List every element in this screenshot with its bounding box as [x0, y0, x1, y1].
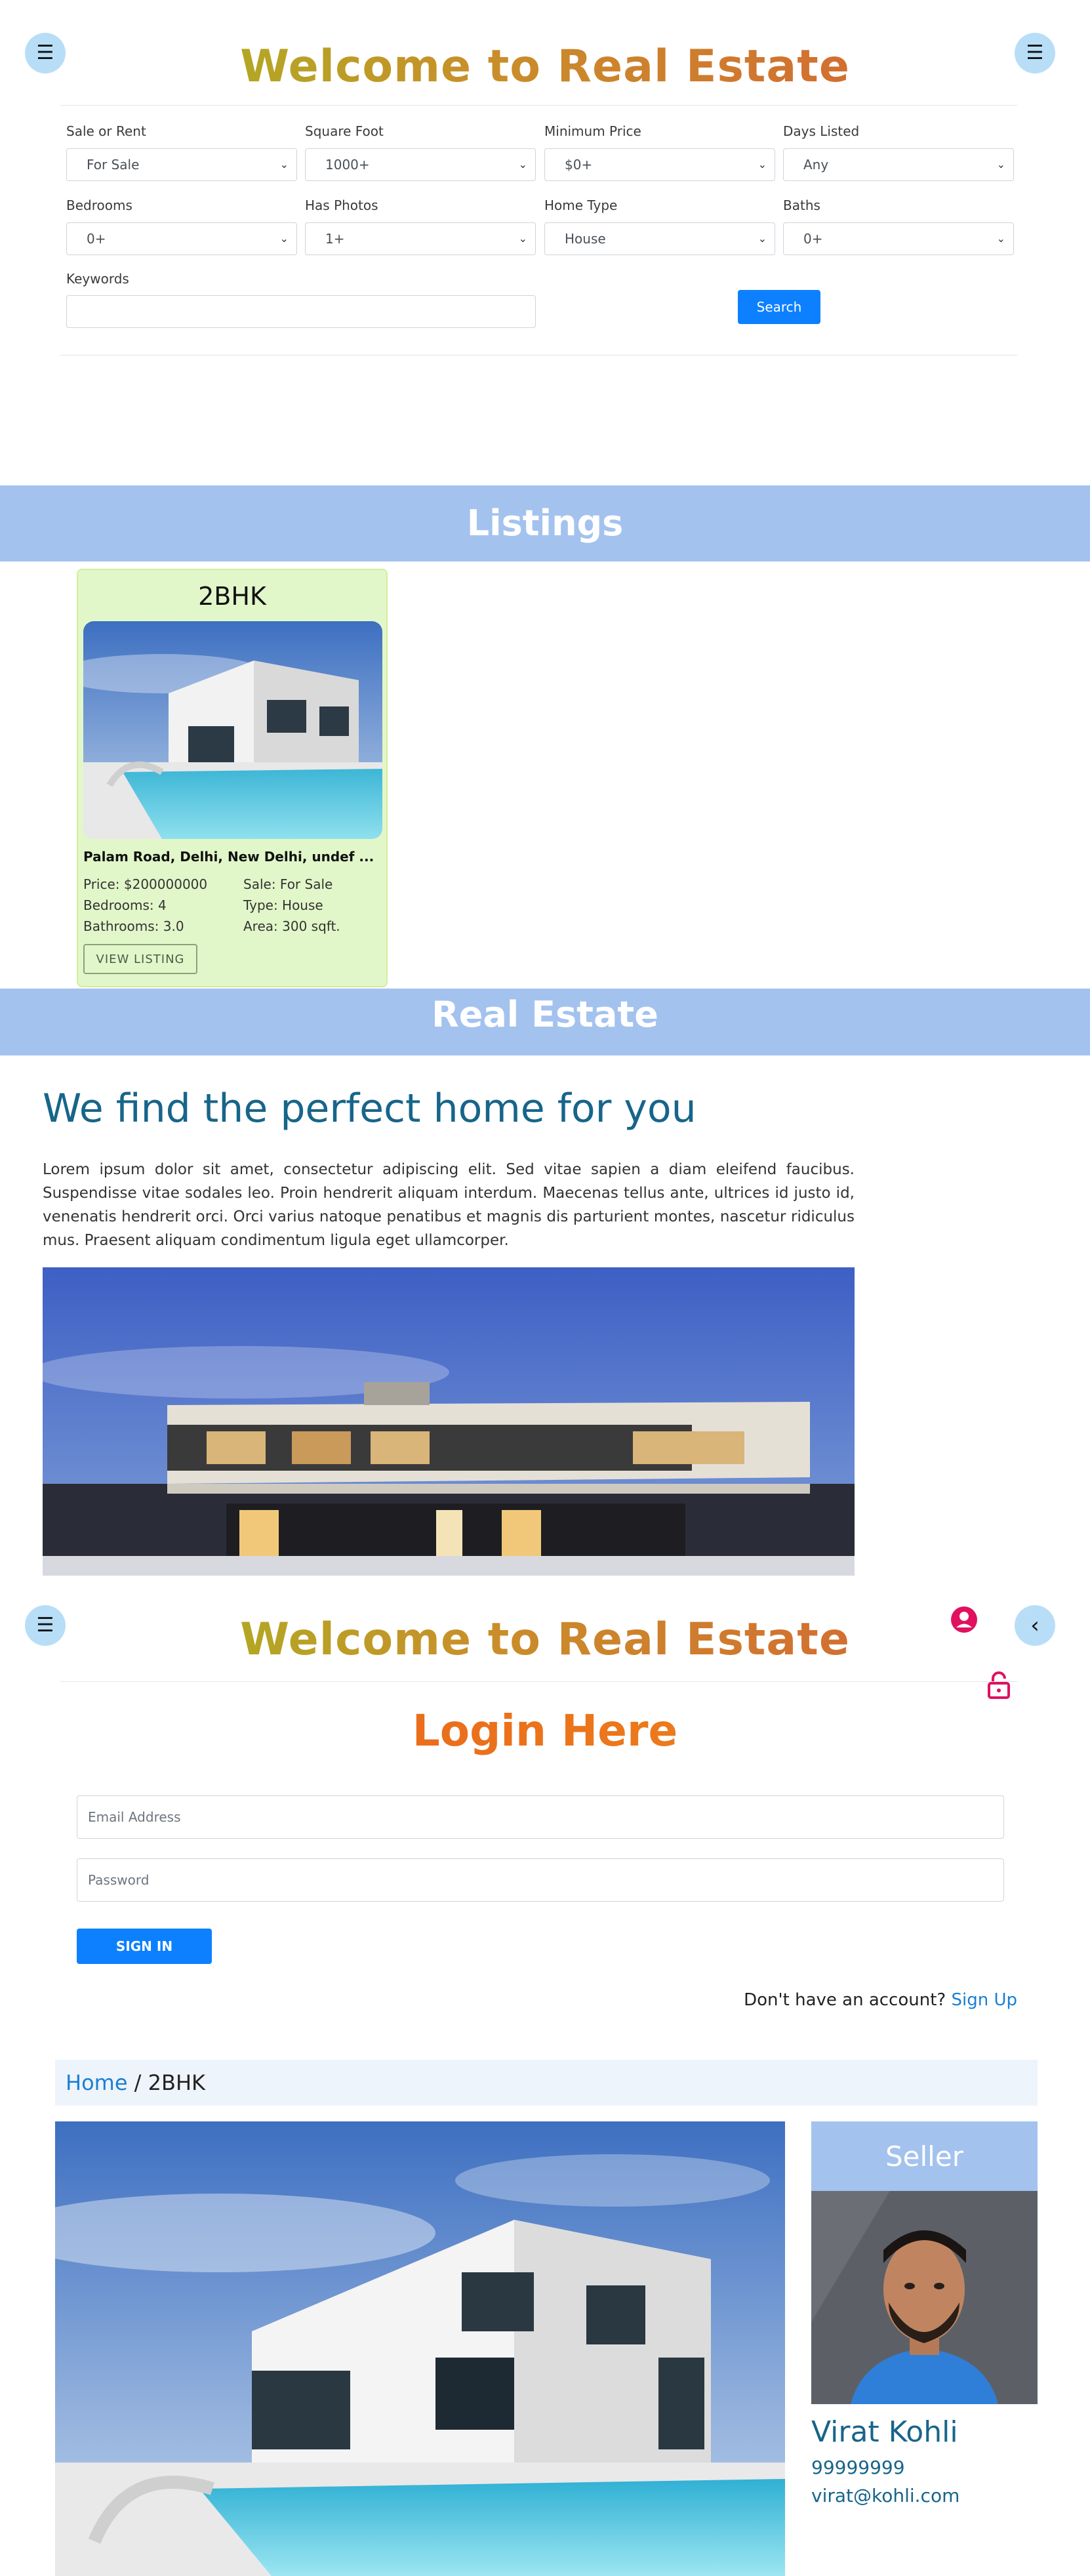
baths-label: Baths: [783, 197, 820, 213]
listing-area: Area: 300 sqft.: [243, 918, 340, 934]
modern-house-photo: [43, 1267, 855, 1576]
page-title: Welcome to Real Estate: [0, 41, 1090, 92]
listing-bathrooms: Bathrooms: 3.0: [83, 918, 184, 934]
login-title: Login Here: [0, 1706, 1090, 1756]
search-button[interactable]: Search: [738, 290, 820, 324]
chevron-down-icon: ⌄: [518, 232, 527, 245]
chevron-down-icon: ⌄: [757, 232, 767, 245]
has-photos-label: Has Photos: [305, 197, 378, 213]
baths-value: 0+: [803, 231, 823, 247]
listing-sale: Sale: For Sale: [243, 876, 333, 892]
signup-line: Don't have an account? Sign Up: [744, 1990, 1017, 2010]
about-heading: We find the perfect home for you: [43, 1086, 696, 1132]
seller-phone: 99999999: [811, 2457, 905, 2478]
seller-email: virat@kohli.com: [811, 2485, 960, 2506]
listing-type: Type: House: [243, 897, 323, 913]
listing-card: 2BHK Palam Road, Delhi, New Delhi, undef…: [77, 569, 388, 987]
sale-rent-label: Sale or Rent: [66, 123, 146, 139]
chevron-down-icon: ⌄: [279, 158, 289, 171]
keywords-input[interactable]: [66, 295, 536, 328]
has-photos-select[interactable]: 1+ ⌄: [305, 222, 536, 255]
about-text: Lorem ipsum dolor sit amet, consectetur …: [43, 1161, 855, 1249]
seller-portrait: [811, 2191, 1038, 2404]
page-title: Welcome to Real Estate: [0, 1614, 1090, 1666]
listing-price: Price: $200000000: [83, 876, 208, 892]
bedrooms-select[interactable]: 0+ ⌄: [66, 222, 297, 255]
listing-detail-image: [55, 2121, 785, 2576]
keywords-label: Keywords: [66, 271, 129, 287]
chevron-down-icon: ⌄: [996, 232, 1005, 245]
bedrooms-label: Bedrooms: [66, 197, 132, 213]
sale-rent-value: For Sale: [87, 157, 140, 173]
chevron-down-icon: ⌄: [757, 158, 767, 171]
breadcrumb-separator: /: [127, 2070, 148, 2095]
sale-rent-select[interactable]: For Sale ⌄: [66, 148, 297, 181]
divider: [60, 355, 1018, 356]
home-type-label: Home Type: [544, 197, 618, 213]
square-foot-select[interactable]: 1000+ ⌄: [305, 148, 536, 181]
square-foot-label: Square Foot: [305, 123, 384, 139]
baths-select[interactable]: 0+ ⌄: [783, 222, 1014, 255]
min-price-select[interactable]: $0+ ⌄: [544, 148, 775, 181]
breadcrumb-home-link[interactable]: Home: [66, 2070, 128, 2095]
min-price-label: Minimum Price: [544, 123, 641, 139]
days-listed-value: Any: [803, 157, 829, 173]
listing-bedrooms: Bedrooms: 4: [83, 897, 167, 913]
chevron-down-icon: ⌄: [518, 158, 527, 171]
listing-address: Palam Road, Delhi, New Delhi, undef ...: [83, 849, 374, 865]
signin-button[interactable]: SIGN IN: [77, 1929, 212, 1964]
house-photo-large: [55, 2121, 785, 2576]
listing-title: 2BHK: [198, 582, 266, 611]
days-listed-select[interactable]: Any ⌄: [783, 148, 1014, 181]
home-type-value: House: [565, 231, 606, 247]
unlock-icon[interactable]: [987, 1671, 1011, 1702]
about-image: [43, 1267, 855, 1576]
email-field[interactable]: Email Address: [77, 1795, 1004, 1839]
view-listing-button[interactable]: VIEW LISTING: [83, 944, 197, 974]
chevron-down-icon: ⌄: [996, 158, 1005, 171]
days-listed-label: Days Listed: [783, 123, 860, 139]
square-foot-value: 1000+: [325, 157, 370, 173]
seller-avatar: [811, 2191, 1038, 2404]
seller-heading: Seller: [811, 2121, 1038, 2191]
password-field[interactable]: Password: [77, 1858, 1004, 1902]
divider: [60, 1681, 1018, 1682]
signup-link[interactable]: Sign Up: [951, 1990, 1017, 2010]
listing-image[interactable]: [83, 621, 382, 839]
real-estate-band: Real Estate: [0, 989, 1090, 1055]
divider: [60, 105, 1018, 106]
home-type-select[interactable]: House ⌄: [544, 222, 775, 255]
listings-heading: Listings: [0, 485, 1090, 562]
signup-prompt: Don't have an account?: [744, 1990, 946, 2010]
house-photo: [83, 621, 382, 839]
has-photos-value: 1+: [325, 231, 345, 247]
breadcrumb-current: 2BHK: [148, 2070, 205, 2095]
min-price-value: $0+: [565, 157, 593, 173]
chevron-down-icon: ⌄: [279, 232, 289, 245]
seller-name: Virat Kohli: [811, 2415, 958, 2449]
bedrooms-value: 0+: [87, 231, 106, 247]
breadcrumb: Home / 2BHK: [55, 2060, 1038, 2106]
